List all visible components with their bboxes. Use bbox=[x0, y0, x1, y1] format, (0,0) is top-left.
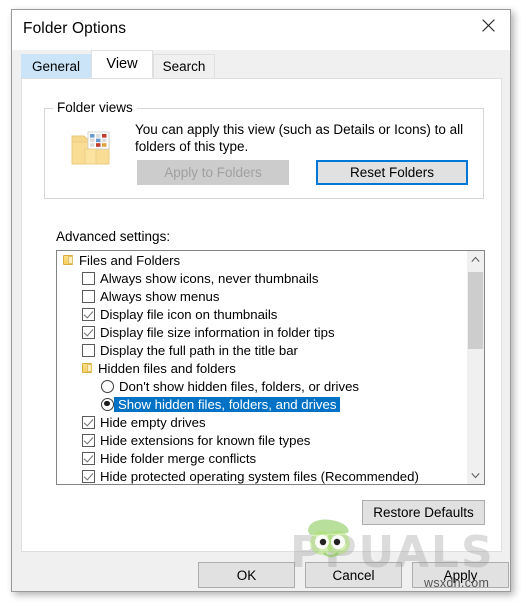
advanced-settings-listbox[interactable]: Files and Folders Always show icons, neve… bbox=[56, 250, 485, 485]
list-item[interactable]: Display file icon on thumbnails bbox=[57, 305, 466, 323]
page-title: Folder Options bbox=[23, 20, 127, 37]
advanced-settings-list: Files and Folders Always show icons, neve… bbox=[57, 251, 466, 484]
ok-label: OK bbox=[236, 567, 257, 583]
scroll-up-button[interactable] bbox=[467, 251, 484, 268]
apply-to-folders-label: Apply to Folders bbox=[164, 165, 262, 180]
tab-search[interactable]: Search bbox=[153, 54, 215, 78]
folder-views-description: You can apply this view (such as Details… bbox=[135, 122, 464, 154]
view-tab-panel: Folder views You can apply this view (su… bbox=[21, 78, 502, 552]
checkbox-unchecked-icon[interactable] bbox=[82, 271, 95, 285]
list-item[interactable]: Hidden files and folders bbox=[57, 359, 466, 377]
list-item[interactable]: Hide extensions for known file types bbox=[57, 431, 466, 449]
radio-unselected-icon[interactable] bbox=[101, 379, 114, 393]
folder-views-legend: Folder views bbox=[53, 100, 137, 115]
apply-label: Apply bbox=[443, 567, 478, 583]
list-item-label: Display the full path in the title bar bbox=[100, 342, 298, 358]
screenshot-root: Folder Options General View Search Folde… bbox=[0, 0, 531, 607]
list-item-label: Always show menus bbox=[100, 288, 220, 304]
folder-icon[interactable] bbox=[63, 254, 74, 266]
folder-with-thumbnails-icon bbox=[71, 131, 110, 165]
list-item[interactable]: Don't show hidden files, folders, or dri… bbox=[57, 377, 466, 395]
apply-to-folders-button[interactable]: Apply to Folders bbox=[137, 160, 289, 185]
list-item[interactable]: Display file size information in folder … bbox=[57, 323, 466, 341]
checkbox-checked-icon[interactable] bbox=[82, 325, 95, 339]
tab-strip: General View Search bbox=[12, 50, 510, 78]
tab-general[interactable]: General bbox=[21, 54, 91, 78]
restore-defaults-button[interactable]: Restore Defaults bbox=[362, 500, 485, 525]
folder-views-group: Folder views You can apply this view (su… bbox=[44, 100, 484, 199]
close-icon bbox=[481, 18, 495, 32]
scroll-down-button[interactable] bbox=[467, 467, 484, 484]
ok-button[interactable]: OK bbox=[198, 562, 295, 588]
list-item[interactable]: Hide folder merge conflicts bbox=[57, 449, 466, 467]
list-item[interactable]: Files and Folders bbox=[57, 251, 466, 269]
restore-defaults-label: Restore Defaults bbox=[373, 505, 474, 520]
close-button[interactable] bbox=[466, 10, 510, 40]
cancel-button[interactable]: Cancel bbox=[305, 562, 402, 588]
checkbox-unchecked-icon[interactable] bbox=[82, 289, 95, 303]
cancel-label: Cancel bbox=[332, 567, 375, 583]
list-item[interactable]: Always show icons, never thumbnails bbox=[57, 269, 466, 287]
list-item-label: Hide extensions for known file types bbox=[100, 432, 311, 448]
checkbox-checked-icon[interactable] bbox=[82, 307, 95, 321]
list-item-label: Display file icon on thumbnails bbox=[100, 306, 278, 322]
checkbox-checked-icon[interactable] bbox=[82, 451, 95, 465]
list-item[interactable]: Show hidden files, folders, and drives bbox=[57, 395, 466, 413]
reset-folders-label: Reset Folders bbox=[349, 165, 435, 180]
list-item-label: Hide protected operating system files (R… bbox=[100, 468, 419, 484]
advanced-settings-scrollbar[interactable] bbox=[466, 251, 484, 484]
folder-icon[interactable] bbox=[82, 362, 93, 374]
advanced-settings-label: Advanced settings: bbox=[56, 229, 171, 244]
list-item-label: Hidden files and folders bbox=[98, 360, 236, 376]
list-item[interactable]: Display the full path in the title bar bbox=[57, 341, 466, 359]
tab-view[interactable]: View bbox=[91, 50, 153, 78]
list-item-label: Always show icons, never thumbnails bbox=[100, 270, 319, 286]
list-item[interactable]: Hide protected operating system files (R… bbox=[57, 467, 466, 484]
list-item-label: Hide empty drives bbox=[100, 414, 206, 430]
scrollbar-thumb[interactable] bbox=[468, 272, 483, 349]
list-item-label: Don't show hidden files, folders, or dri… bbox=[119, 378, 360, 394]
checkbox-checked-icon[interactable] bbox=[82, 415, 95, 429]
list-item[interactable]: Hide empty drives bbox=[57, 413, 466, 431]
checkbox-unchecked-icon[interactable] bbox=[82, 343, 95, 357]
tab-view-label: View bbox=[106, 56, 138, 72]
list-item-label: Hide folder merge conflicts bbox=[100, 450, 257, 466]
list-item-label: Show hidden files, folders, and drives bbox=[114, 396, 341, 412]
chevron-down-icon bbox=[471, 473, 480, 479]
folder-options-dialog: Folder Options General View Search Folde… bbox=[11, 9, 511, 592]
tab-search-label: Search bbox=[162, 59, 206, 74]
chevron-up-icon bbox=[471, 256, 480, 262]
list-item-label: Files and Folders bbox=[79, 252, 181, 268]
checkbox-checked-icon[interactable] bbox=[82, 469, 95, 483]
reset-folders-button[interactable]: Reset Folders bbox=[316, 160, 468, 185]
apply-button[interactable]: Apply bbox=[412, 562, 509, 588]
list-item[interactable]: Always show menus bbox=[57, 287, 466, 305]
title-bar: Folder Options bbox=[12, 10, 510, 50]
checkbox-checked-icon[interactable] bbox=[82, 433, 95, 447]
tab-general-label: General bbox=[31, 59, 81, 74]
list-item-label: Display file size information in folder … bbox=[100, 324, 335, 340]
radio-selected-icon[interactable] bbox=[101, 397, 114, 411]
